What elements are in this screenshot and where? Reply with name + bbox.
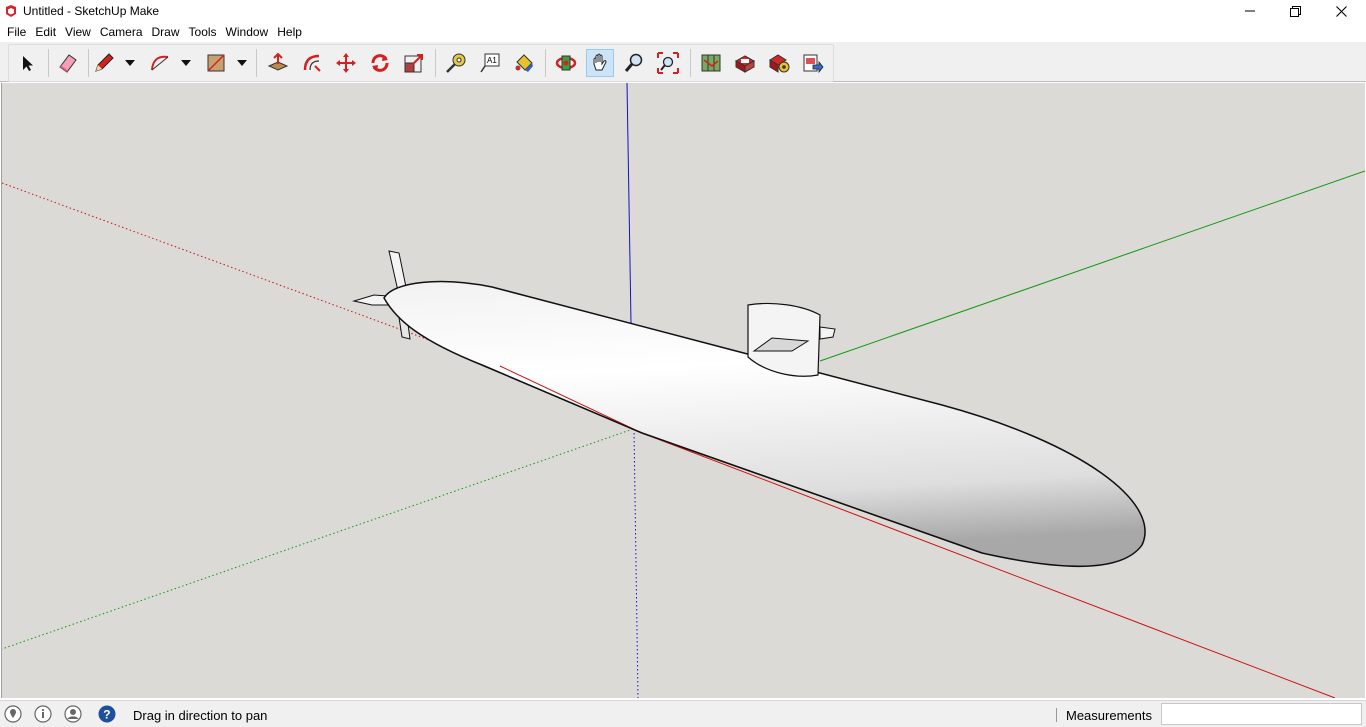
orbit-icon [555, 55, 577, 71]
tape-measure-icon [446, 53, 466, 73]
chevron-down-icon [237, 60, 247, 66]
eraser-tool[interactable] [54, 49, 82, 77]
toolbar-separator [48, 49, 49, 77]
scale-icon [404, 54, 423, 73]
toolbar-separator [435, 49, 436, 77]
menu-help[interactable]: Help [277, 22, 302, 42]
move-tool[interactable] [332, 49, 360, 77]
help-icon[interactable]: ? [98, 705, 116, 723]
green-axis-negative [2, 428, 634, 650]
arc-icon [151, 55, 169, 71]
line-tool[interactable] [90, 49, 118, 77]
chevron-down-icon [181, 60, 191, 66]
line-tool-dropdown[interactable] [123, 49, 137, 77]
menu-tools[interactable]: Tools [189, 22, 217, 42]
toolbar-separator [690, 49, 691, 77]
window-title: Untitled - SketchUp Make [23, 4, 160, 18]
measurements-label: Measurements [1066, 708, 1152, 723]
status-bar: ? Drag in direction to pan Measurements [0, 700, 1366, 727]
menu-view[interactable]: View [65, 22, 91, 42]
send-to-layout-icon [803, 54, 824, 74]
rectangle-tool-dropdown[interactable] [235, 49, 249, 77]
measurements-input[interactable] [1161, 703, 1362, 725]
menu-file[interactable]: File [7, 22, 26, 42]
pencil-icon [95, 53, 114, 72]
pan-tool[interactable] [586, 49, 614, 77]
submarine-model[interactable] [352, 250, 1336, 698]
status-divider [1056, 708, 1057, 722]
zoom-extents-tool[interactable] [654, 49, 682, 77]
minimize-button[interactable] [1227, 0, 1273, 22]
rectangle-tool[interactable] [202, 49, 230, 77]
move-arrows-icon [336, 53, 356, 73]
text-tool[interactable]: A1 [476, 49, 504, 77]
arc-tool-dropdown[interactable] [179, 49, 193, 77]
share-model-button[interactable] [731, 49, 759, 77]
svg-text:?: ? [103, 708, 110, 722]
extension-warehouse-icon [769, 54, 790, 73]
magnifier-icon [624, 53, 643, 72]
tape-measure-tool[interactable] [442, 49, 470, 77]
blue-axis-positive [626, 83, 632, 324]
rectangle-icon [207, 54, 225, 72]
push-pull-tool[interactable] [264, 49, 292, 77]
blue-axis-negative [633, 428, 639, 698]
restore-button[interactable] [1272, 0, 1318, 22]
menu-edit[interactable]: Edit [35, 22, 56, 42]
credits-icon[interactable] [34, 705, 52, 723]
green-axis-positive [819, 170, 1365, 362]
rotate-icon [371, 54, 389, 72]
3d-warehouse-button[interactable] [697, 49, 725, 77]
menu-bar: File Edit View Camera Draw Tools Window … [0, 22, 1366, 42]
extension-warehouse-button[interactable] [765, 49, 793, 77]
close-button[interactable] [1318, 0, 1364, 22]
sail-plane-right [819, 326, 836, 340]
close-icon [1335, 5, 1347, 17]
warehouse-map-icon [701, 54, 721, 72]
drawing-area[interactable] [1, 83, 1365, 698]
arrow-cursor-icon [23, 56, 33, 71]
getting-started-toolbar: A1 [8, 44, 834, 82]
send-to-layout-button[interactable] [799, 49, 827, 77]
offset-icon [303, 54, 321, 72]
zoom-tool[interactable] [620, 49, 648, 77]
zoom-extents-icon [657, 52, 679, 74]
chevron-down-icon [125, 60, 135, 66]
toolbar: A1 [0, 42, 1366, 82]
minimize-icon [1245, 10, 1255, 12]
status-message: Drag in direction to pan [133, 708, 268, 723]
select-tool[interactable] [13, 49, 41, 77]
hand-icon [593, 53, 607, 71]
menu-window[interactable]: Window [226, 22, 269, 42]
svg-text:A1: A1 [487, 56, 497, 65]
rotate-tool[interactable] [366, 49, 394, 77]
sketchup-logo-icon [6, 5, 16, 17]
scale-tool[interactable] [400, 49, 428, 77]
arc-tool[interactable] [146, 49, 174, 77]
paint-bucket-tool[interactable] [510, 49, 538, 77]
geo-location-icon[interactable] [4, 705, 22, 723]
red-axis-negative [2, 182, 501, 367]
restore-icon [1289, 5, 1301, 17]
user-account-icon[interactable] [64, 705, 82, 723]
offset-tool[interactable] [298, 49, 326, 77]
push-pull-icon [267, 52, 289, 71]
menu-camera[interactable]: Camera [100, 22, 143, 42]
share-model-icon [734, 55, 756, 73]
text-a1-icon: A1 [480, 53, 500, 73]
toolbar-separator [256, 49, 257, 77]
toolbar-separator [545, 49, 546, 77]
model-canvas[interactable] [2, 83, 1365, 698]
title-bar: Untitled - SketchUp Make [0, 0, 1366, 22]
orbit-tool[interactable] [552, 49, 580, 77]
menu-draw[interactable]: Draw [152, 22, 180, 42]
rudder-upper [388, 250, 407, 292]
eraser-icon [59, 54, 77, 73]
paint-bucket-icon [515, 54, 533, 72]
toolbar-separator [88, 49, 89, 77]
